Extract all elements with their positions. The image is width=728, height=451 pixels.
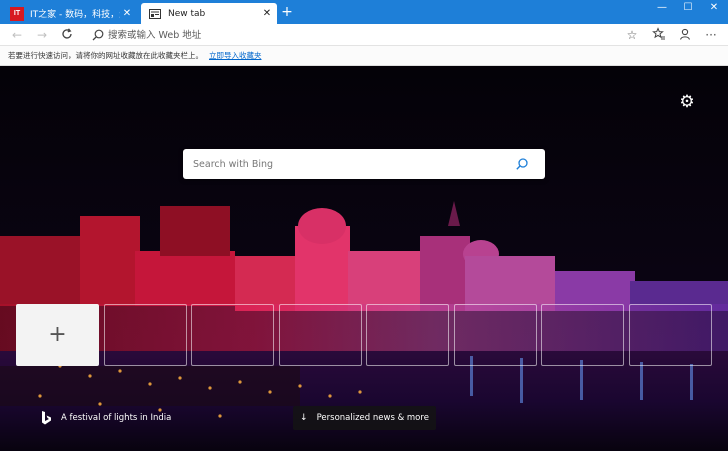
tab-new-tab[interactable]: New tab ✕ (141, 3, 277, 24)
favorites-icon[interactable] (651, 27, 667, 43)
tab-ithome[interactable]: IT IT之家 - 数码，科技，生活 - 软件 ✕ (3, 3, 137, 24)
add-quick-link-button[interactable]: + (16, 304, 99, 366)
favorites-bar: 若要进行快速访问，请将你的网址收藏放在此收藏夹栏上。 立即导入收藏夹 (0, 46, 728, 66)
quick-link-tile-empty[interactable] (629, 304, 712, 366)
background-image (0, 66, 728, 451)
profile-button[interactable] (677, 27, 693, 43)
settings-more-button[interactable]: ··· (703, 27, 719, 43)
search-icon[interactable] (515, 157, 529, 171)
add-favorite-icon[interactable]: ☆ (624, 26, 640, 44)
favorites-star-icon (652, 27, 665, 40)
search-icon (92, 29, 104, 41)
bing-search-input[interactable] (193, 156, 513, 172)
quick-link-tile-empty[interactable] (104, 304, 187, 366)
background-caption[interactable]: A festival of lights in India (61, 413, 171, 423)
title-bar: IT IT之家 - 数码，科技，生活 - 软件 ✕ New tab ✕ + — … (0, 0, 728, 24)
close-tab-icon[interactable]: ✕ (260, 8, 274, 19)
refresh-icon (62, 28, 72, 39)
navigation-toolbar: ← → ☆ ··· (0, 24, 728, 46)
personalized-news-label: Personalized news & more (316, 413, 429, 423)
tab-title: IT之家 - 数码，科技，生活 - 软件 (30, 10, 120, 20)
profile-icon (679, 28, 691, 40)
refresh-button[interactable] (59, 27, 75, 43)
close-window-button[interactable]: ✕ (699, 0, 728, 18)
quick-link-tile-empty[interactable] (191, 304, 274, 366)
bing-logo-icon (42, 411, 51, 425)
arrow-down-icon: ↓ (300, 413, 308, 423)
quick-link-tile-empty[interactable] (279, 304, 362, 366)
quick-link-tile-empty[interactable] (541, 304, 624, 366)
favorites-bar-hint: 若要进行快速访问，请将你的网址收藏放在此收藏夹栏上。 (8, 51, 203, 60)
quick-link-tile-empty[interactable] (454, 304, 537, 366)
forward-button[interactable]: → (34, 27, 50, 43)
new-tab-favicon-icon (148, 7, 162, 21)
back-button[interactable]: ← (9, 27, 25, 43)
ithome-favicon-icon: IT (10, 6, 24, 21)
quick-link-tile-empty[interactable] (366, 304, 449, 366)
tab-title: New tab (168, 8, 206, 19)
page-settings-gear-icon[interactable]: ⚙ (678, 93, 696, 111)
new-tab-button[interactable]: + (280, 4, 294, 20)
address-bar: ☆ (82, 26, 644, 44)
background-scene (0, 66, 728, 451)
personalized-news-button[interactable]: ↓ Personalized news & more (293, 406, 436, 430)
plus-icon: + (48, 322, 67, 347)
bing-search-box (183, 149, 545, 179)
import-favorites-link[interactable]: 立即导入收藏夹 (209, 50, 262, 61)
close-tab-icon[interactable]: ✕ (120, 8, 134, 19)
address-input[interactable] (108, 27, 608, 43)
